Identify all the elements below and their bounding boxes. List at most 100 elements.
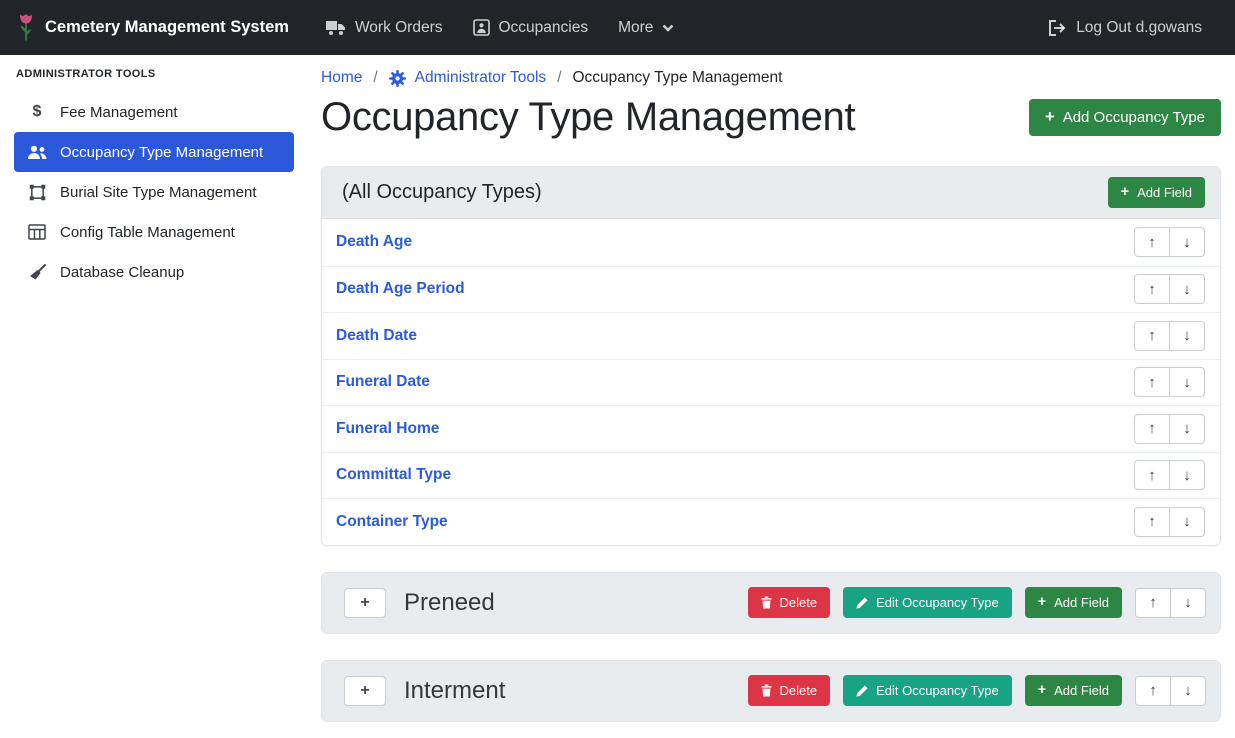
arrow-down-icon: ↓ (1183, 234, 1191, 251)
add-occupancy-type-button[interactable]: + Add Occupancy Type (1029, 99, 1221, 136)
breadcrumb-home-link[interactable]: Home (321, 69, 362, 87)
arrow-up-icon: ↑ (1149, 682, 1157, 699)
arrow-down-icon: ↓ (1183, 420, 1191, 437)
reorder-controls: ↑ ↓ (1135, 676, 1206, 706)
move-down-button[interactable]: ↓ (1169, 414, 1205, 444)
edit-label: Edit Occupancy Type (876, 595, 999, 610)
arrow-up-icon: ↑ (1148, 467, 1156, 484)
sidebar-item-occupancy-type-management[interactable]: Occupancy Type Management (14, 132, 294, 172)
field-row: Death Age Period ↑ ↓ (322, 266, 1220, 313)
sidebar-item-database-cleanup[interactable]: Database Cleanup (14, 252, 294, 292)
add-field-button[interactable]: + Add Field (1025, 675, 1122, 706)
move-down-button[interactable]: ↓ (1170, 676, 1206, 706)
move-up-button[interactable]: ↑ (1135, 588, 1171, 618)
edit-label: Edit Occupancy Type (876, 683, 999, 698)
move-up-button[interactable]: ↑ (1134, 227, 1170, 257)
delete-button[interactable]: Delete (748, 587, 831, 618)
arrow-down-icon: ↓ (1183, 467, 1191, 484)
arrow-up-icon: ↑ (1148, 281, 1156, 298)
breadcrumb-current: Occupancy Type Management (573, 69, 783, 87)
nav-work-orders[interactable]: Work Orders (311, 10, 458, 46)
reorder-controls: ↑ ↓ (1134, 321, 1205, 351)
add-field-button[interactable]: + Add Field (1025, 587, 1122, 618)
field-link[interactable]: Death Age (336, 233, 412, 251)
nav-more[interactable]: More (603, 10, 689, 46)
arrow-up-icon: ↑ (1148, 234, 1156, 251)
field-row: Funeral Home ↑ ↓ (322, 405, 1220, 452)
plus-icon: + (1121, 185, 1129, 199)
delete-label: Delete (780, 595, 818, 610)
arrow-down-icon: ↓ (1183, 513, 1191, 530)
section-actions: Delete Edit Occupancy Type + Add Field ↑… (748, 675, 1206, 706)
move-up-button[interactable]: ↑ (1134, 367, 1170, 397)
sidebar-item-label: Burial Site Type Management (60, 184, 257, 201)
breadcrumb-admin-tools-link[interactable]: Administrator Tools (389, 69, 547, 87)
field-row: Death Age ↑ ↓ (322, 219, 1220, 266)
sidebar-item-fee-management[interactable]: $ Fee Management (14, 92, 294, 132)
all-occupancy-types-card: (All Occupancy Types) + Add Field Death … (321, 166, 1221, 546)
breadcrumb-admin-tools-label: Administrator Tools (415, 69, 547, 87)
arrow-up-icon: ↑ (1149, 594, 1157, 611)
arrow-down-icon: ↓ (1183, 327, 1191, 344)
move-down-button[interactable]: ↓ (1170, 588, 1206, 618)
arrow-up-icon: ↑ (1148, 513, 1156, 530)
sidebar-item-burial-site-type-management[interactable]: Burial Site Type Management (14, 172, 294, 212)
app-brand[interactable]: Cemetery Management System (18, 13, 289, 42)
add-field-label: Add Field (1054, 683, 1109, 698)
add-field-button[interactable]: + Add Field (1108, 177, 1205, 208)
pencil-icon (856, 597, 868, 609)
occupancy-frame-icon (473, 19, 490, 36)
tulip-logo-icon (18, 13, 34, 42)
nav-more-label: More (618, 19, 653, 37)
field-link[interactable]: Committal Type (336, 466, 451, 484)
move-down-button[interactable]: ↓ (1169, 367, 1205, 397)
move-down-button[interactable]: ↓ (1169, 507, 1205, 537)
move-up-button[interactable]: ↑ (1134, 460, 1170, 490)
section-title: Preneed (404, 589, 495, 617)
move-down-button[interactable]: ↓ (1169, 227, 1205, 257)
edit-occupancy-type-button[interactable]: Edit Occupancy Type (843, 675, 1012, 706)
field-link[interactable]: Funeral Date (336, 373, 430, 391)
reorder-controls: ↑ ↓ (1134, 227, 1205, 257)
move-down-button[interactable]: ↓ (1169, 274, 1205, 304)
occupancy-type-section-preneed: + Preneed Delete Edit Occupancy Type (321, 572, 1221, 634)
logout-button[interactable]: Log Out d.gowans (1033, 10, 1217, 46)
arrow-up-icon: ↑ (1148, 420, 1156, 437)
field-link[interactable]: Container Type (336, 513, 448, 531)
expand-button[interactable]: + (344, 676, 386, 706)
chevron-down-icon (662, 24, 674, 32)
sidebar-item-label: Fee Management (60, 104, 178, 121)
page-title: Occupancy Type Management (321, 95, 855, 140)
field-link[interactable]: Death Age Period (336, 280, 465, 298)
nav-occupancies-label: Occupancies (499, 19, 589, 37)
add-occupancy-type-label: Add Occupancy Type (1063, 109, 1205, 126)
move-up-button[interactable]: ↑ (1134, 414, 1170, 444)
nav-occupancies[interactable]: Occupancies (458, 10, 604, 46)
field-row: Container Type ↑ ↓ (322, 498, 1220, 545)
expand-button[interactable]: + (344, 588, 386, 618)
reorder-controls: ↑ ↓ (1134, 367, 1205, 397)
sidebar-item-label: Database Cleanup (60, 264, 184, 281)
delete-button[interactable]: Delete (748, 675, 831, 706)
move-up-button[interactable]: ↑ (1135, 676, 1171, 706)
dollar-icon: $ (25, 103, 49, 121)
field-link[interactable]: Funeral Home (336, 420, 439, 438)
trash-icon (761, 596, 772, 609)
breadcrumb-separator: / (373, 69, 377, 87)
sidebar-heading: Administrator Tools (16, 68, 294, 80)
add-field-label: Add Field (1137, 185, 1192, 200)
move-down-button[interactable]: ↓ (1169, 321, 1205, 351)
move-up-button[interactable]: ↑ (1134, 321, 1170, 351)
reorder-controls: ↑ ↓ (1134, 414, 1205, 444)
sidebar-item-config-table-management[interactable]: Config Table Management (14, 212, 294, 252)
move-down-button[interactable]: ↓ (1169, 460, 1205, 490)
occupancy-type-section-interment: + Interment Delete Edit Occupancy Type (321, 660, 1221, 722)
edit-occupancy-type-button[interactable]: Edit Occupancy Type (843, 587, 1012, 618)
move-up-button[interactable]: ↑ (1134, 274, 1170, 304)
field-link[interactable]: Death Date (336, 327, 417, 345)
table-icon (25, 224, 49, 240)
gear-icon (389, 70, 406, 87)
all-occupancy-types-header: (All Occupancy Types) + Add Field (322, 167, 1220, 219)
plus-icon: + (1038, 595, 1046, 609)
move-up-button[interactable]: ↑ (1134, 507, 1170, 537)
